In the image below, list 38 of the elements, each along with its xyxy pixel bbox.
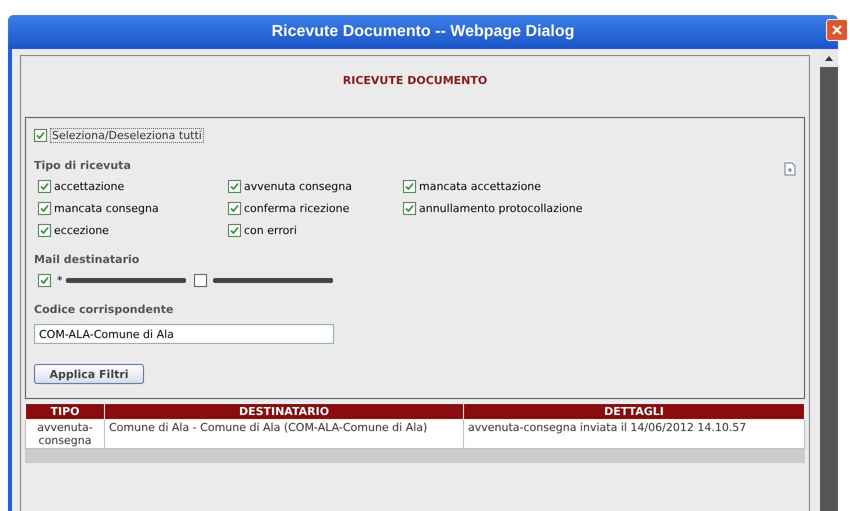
table-cell: avvenuta-consegna (26, 420, 104, 448)
close-icon[interactable] (826, 19, 848, 41)
scroll-up-icon[interactable] (825, 56, 833, 60)
checkbox[interactable] (38, 180, 51, 193)
checkbox-label: annullamento protocollazione (419, 202, 582, 215)
checkbox[interactable] (38, 274, 51, 287)
checkbox[interactable] (228, 224, 241, 237)
checkbox-label: conferma ricezione (244, 202, 350, 215)
section-label: Mail destinatario (34, 253, 140, 266)
checkbox[interactable] (403, 180, 416, 193)
checkbox[interactable] (38, 202, 51, 215)
select-all-label[interactable]: Seleziona/Deseleziona tutti (50, 128, 204, 143)
column-header: DESTINATARIO (104, 404, 464, 420)
section-label: Codice corrispondente (34, 303, 174, 316)
checkbox[interactable] (34, 129, 47, 142)
checkbox-label: con errori (244, 224, 297, 237)
table-cell: avvenuta-consegna inviata il 14/06/2012 14.10.57 (464, 420, 804, 448)
checkbox[interactable] (228, 202, 241, 215)
section-label: Tipo di ricevuta (34, 159, 131, 172)
table-cell: Comune di Ala - Comune di Ala (COM-ALA-Comune di Ala) (104, 420, 464, 448)
checkbox-label: eccezione (54, 224, 109, 237)
required-mark: * (57, 274, 62, 287)
checkbox[interactable] (403, 202, 416, 215)
checkbox-label: mancata consegna (54, 202, 159, 215)
apply-button[interactable]: Applica Filtri (34, 364, 144, 384)
scrollbar[interactable] (820, 49, 838, 511)
input-field[interactable]: COM-ALA-Comune di Ala (34, 324, 334, 344)
column-header: DETTAGLI (464, 404, 804, 420)
checkbox[interactable] (38, 224, 51, 237)
checkbox-label: mancata accettazione (419, 180, 542, 193)
checkbox-label: avvenuta consegna (244, 180, 352, 193)
page-heading: RICEVUTE DOCUMENTO (342, 73, 488, 89)
window-title: Ricevute Documento -- Webpage Dialog (272, 23, 574, 41)
column-header: TIPO (26, 404, 104, 420)
checkbox-label: accettazione (54, 180, 124, 193)
document-icon[interactable] (784, 162, 796, 176)
checkbox[interactable] (228, 180, 241, 193)
checkbox[interactable] (194, 274, 206, 287)
